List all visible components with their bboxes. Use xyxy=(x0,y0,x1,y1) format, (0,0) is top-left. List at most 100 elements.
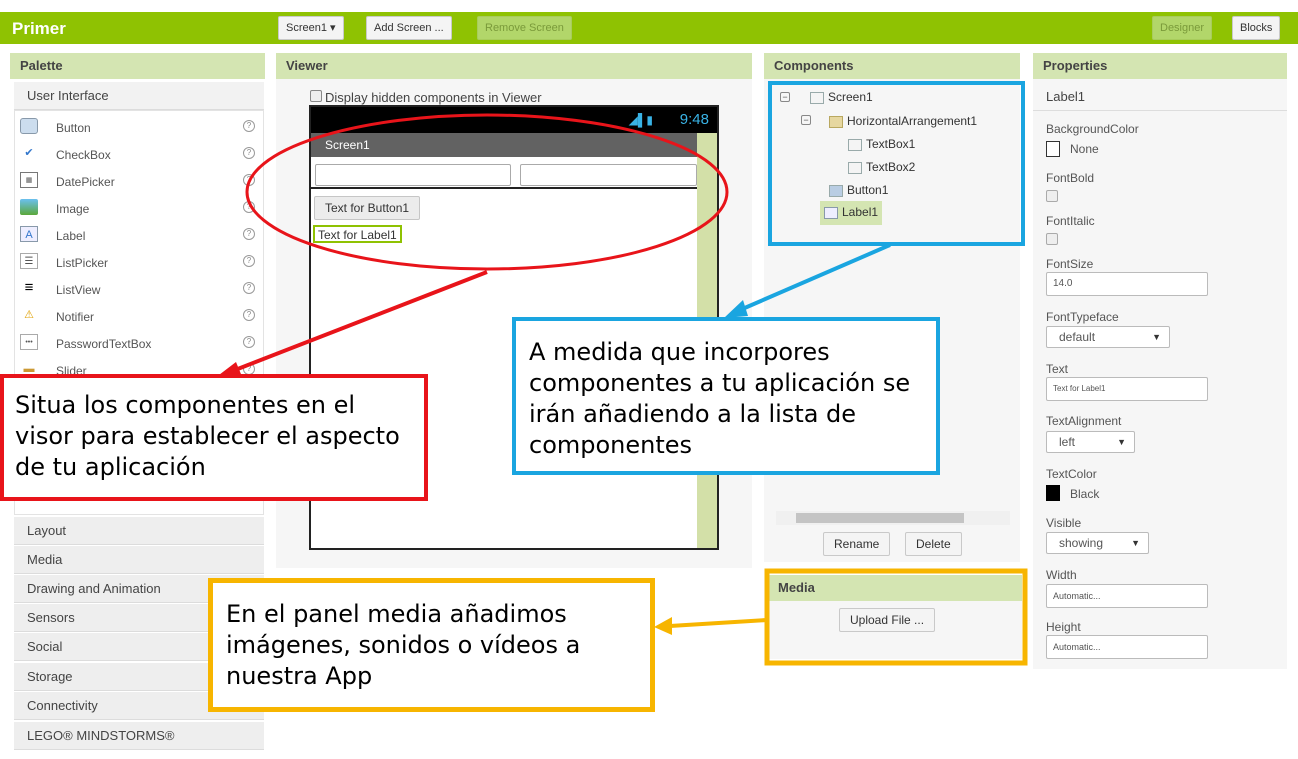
palette-category-layout[interactable]: Layout xyxy=(14,517,264,545)
textbox2-preview[interactable] xyxy=(520,164,697,186)
help-icon[interactable]: ? xyxy=(243,120,255,132)
label1-preview[interactable]: Text for Label1 xyxy=(313,225,402,243)
tree-item-screen1[interactable]: Screen1 xyxy=(810,90,873,104)
prop-fontsize-label: FontSize xyxy=(1046,257,1094,271)
upload-file-button[interactable]: Upload File ... xyxy=(839,608,936,632)
prop-backgroundcolor-value[interactable]: None xyxy=(1070,142,1099,156)
dropdown-arrow-icon: ▼ xyxy=(1152,332,1161,342)
text-input[interactable]: Text for Label1 xyxy=(1046,377,1208,401)
help-icon[interactable]: ? xyxy=(243,147,255,159)
tree-item-horizontal-arrangement[interactable]: HorizontalArrangement1 xyxy=(829,114,977,128)
screen-select[interactable]: Screen1 ▾ xyxy=(278,16,344,40)
fontitalic-checkbox[interactable] xyxy=(1046,233,1058,245)
tree-item-button1[interactable]: Button1 xyxy=(829,183,888,197)
palette-header: Palette xyxy=(10,53,265,79)
horizontal-arrangement[interactable] xyxy=(311,157,697,189)
add-screen-button[interactable]: Add Screen ... xyxy=(366,16,452,40)
viewer-header: Viewer xyxy=(276,53,752,79)
hidden-components-checkbox[interactable] xyxy=(310,90,322,102)
tree-item-textbox2[interactable]: TextBox2 xyxy=(848,160,915,174)
palette-item-passwordtextbox[interactable]: ••• PasswordTextBox ? xyxy=(15,331,263,358)
palette-category-lego[interactable]: LEGO® MINDSTORMS® xyxy=(14,722,264,750)
screen-icon xyxy=(810,91,824,104)
phone-status-bar: ◢▌▮ 9:48 xyxy=(311,107,717,133)
top-bar: Primer Screen1 ▾ Add Screen ... Remove S… xyxy=(0,12,1298,44)
palette-item-label: Image xyxy=(56,202,90,216)
notifier-icon: ⚠ xyxy=(24,309,34,321)
yellow-arrow-head xyxy=(654,617,672,635)
palette-item-checkbox[interactable]: ✔ CheckBox ? xyxy=(15,142,263,169)
tree-item-textbox1[interactable]: TextBox1 xyxy=(848,137,915,151)
help-icon[interactable]: ? xyxy=(243,201,255,213)
help-icon[interactable]: ? xyxy=(243,282,255,294)
designer-button[interactable]: Designer xyxy=(1152,16,1213,40)
palette-item-label: ListView xyxy=(56,283,101,297)
palette-item-image[interactable]: Image ? xyxy=(15,196,263,223)
blocks-button[interactable]: Blocks xyxy=(1232,16,1281,40)
properties-component-name: Label1 xyxy=(1046,89,1086,104)
help-icon[interactable]: ? xyxy=(243,309,255,321)
palette-item-listpicker[interactable]: ☰ ListPicker ? xyxy=(15,250,263,277)
tree-item-label1-selected[interactable]: Label1 xyxy=(820,201,883,225)
collapse-toggle-icon[interactable]: − xyxy=(801,115,811,125)
rename-button[interactable]: Rename xyxy=(823,532,891,556)
yellow-arrow-line xyxy=(669,618,768,628)
textbox1-preview[interactable] xyxy=(315,164,511,186)
help-icon[interactable]: ? xyxy=(243,255,255,267)
hidden-components-label: Display hidden components in Viewer xyxy=(325,90,542,105)
callout-media: En el panel media añadimos imágenes, son… xyxy=(208,578,655,712)
dropdown-arrow-icon: ▼ xyxy=(1131,538,1140,548)
help-icon[interactable]: ? xyxy=(243,228,255,240)
height-input[interactable]: Automatic... xyxy=(1046,635,1208,659)
signal-icon: ◢▌▮ xyxy=(628,113,653,127)
help-icon[interactable]: ? xyxy=(243,174,255,186)
prop-fontbold-label: FontBold xyxy=(1046,171,1095,185)
palette-item-datepicker[interactable]: ▦ DatePicker ? xyxy=(15,169,263,196)
properties-header: Properties xyxy=(1033,53,1287,79)
prop-textalignment-label: TextAlignment xyxy=(1046,414,1122,428)
palette-item-listview[interactable]: ≡ ListView ? xyxy=(15,277,263,304)
callout-viewer: Situa los componentes en el visor para e… xyxy=(0,374,428,501)
components-horizontal-scrollbar[interactable] xyxy=(776,511,1010,525)
palette-item-button[interactable]: Button ? xyxy=(15,115,263,142)
button1-preview[interactable]: Text for Button1 xyxy=(314,196,421,220)
delete-button[interactable]: Delete xyxy=(905,532,962,556)
prop-visible-label: Visible xyxy=(1046,516,1082,530)
remove-screen-button[interactable]: Remove Screen xyxy=(477,16,572,40)
label-icon xyxy=(824,206,838,219)
prop-textcolor-value[interactable]: Black xyxy=(1070,487,1099,501)
screen-title-bar: Screen1 xyxy=(311,133,697,157)
fontbold-checkbox[interactable] xyxy=(1046,190,1058,202)
checkbox-icon: ✔ xyxy=(24,147,34,159)
visible-select[interactable]: showing ▼ xyxy=(1046,532,1149,554)
color-swatch-none[interactable] xyxy=(1046,141,1060,157)
help-icon[interactable]: ? xyxy=(243,336,255,348)
app-title: Primer xyxy=(12,19,66,38)
button-icon xyxy=(829,184,843,197)
datepicker-icon: ▦ xyxy=(20,172,38,188)
arrangement-icon xyxy=(829,115,843,128)
color-swatch-black[interactable] xyxy=(1046,485,1060,501)
collapse-toggle-icon[interactable]: − xyxy=(780,92,790,102)
scrollbar-thumb[interactable] xyxy=(796,513,964,523)
width-input[interactable]: Automatic... xyxy=(1046,584,1208,608)
fonttypeface-select[interactable]: default ▼ xyxy=(1046,326,1170,348)
listpicker-icon: ☰ xyxy=(20,253,38,269)
palette-category-user-interface[interactable]: User Interface xyxy=(14,82,264,110)
palette-item-label: CheckBox xyxy=(56,148,111,162)
components-header: Components xyxy=(764,53,1020,79)
callout-components: A medida que incorpores componentes a tu… xyxy=(512,317,940,475)
palette-item-label[interactable]: A Label ? xyxy=(15,223,263,250)
media-header: Media xyxy=(768,575,1022,601)
listview-icon: ≡ xyxy=(24,279,34,296)
dropdown-arrow-icon: ▼ xyxy=(1117,437,1126,447)
phone-clock: 9:48 xyxy=(679,111,709,128)
prop-width-label: Width xyxy=(1046,568,1077,582)
image-icon xyxy=(20,199,38,215)
palette-item-label: ListPicker xyxy=(56,256,109,270)
palette-category-media[interactable]: Media xyxy=(14,546,264,574)
palette-item-label: DatePicker xyxy=(56,175,115,189)
textalignment-select[interactable]: left ▼ xyxy=(1046,431,1135,453)
fontsize-input[interactable]: 14.0 xyxy=(1046,272,1208,296)
palette-item-notifier[interactable]: ⚠ Notifier ? xyxy=(15,304,263,331)
